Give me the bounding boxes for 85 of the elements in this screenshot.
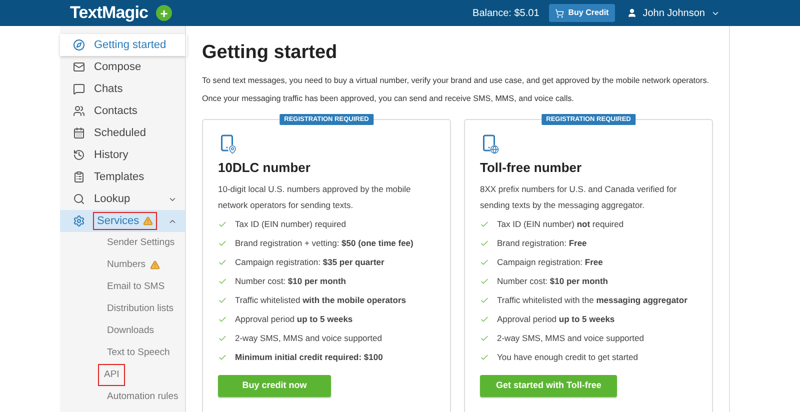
balance-label: Balance: $5.01	[472, 6, 540, 20]
submenu-item[interactable]: Sender Settings	[107, 236, 175, 250]
sidebar-label: Compose	[94, 60, 142, 75]
contacts-icon	[73, 105, 85, 117]
check-icon	[218, 239, 227, 248]
add-button[interactable]: +	[156, 5, 172, 21]
user-icon	[626, 8, 637, 18]
feature-text: Campaign registration: Free	[497, 256, 603, 269]
user-menu[interactable]: John Johnson	[626, 6, 720, 20]
feature-text: Brand registration + vetting: $50 (one time fee)	[235, 237, 414, 250]
sidebar-label: Contacts	[94, 104, 138, 119]
sidebar-item[interactable]: Scheduled	[60, 122, 185, 144]
check-icon	[218, 315, 227, 324]
check-icon	[218, 296, 227, 305]
check-icon	[480, 353, 489, 362]
sidebar-label: Getting started	[94, 38, 166, 53]
sidebar-label: History	[94, 148, 128, 163]
mail-icon	[73, 61, 85, 73]
card-button[interactable]: Buy credit now	[218, 375, 331, 397]
feature-text: You have enough credit to get started	[497, 351, 638, 364]
sidebar-item[interactable]: History	[60, 144, 185, 166]
phone-pin-icon	[218, 134, 236, 154]
check-icon	[480, 296, 489, 305]
calendar-icon	[73, 127, 85, 139]
feature-text: Tax ID (EIN number) required	[235, 218, 346, 231]
submenu-item[interactable]: Numbers	[107, 258, 160, 272]
history-icon	[73, 149, 85, 161]
card-button[interactable]: Get started with Toll-free	[480, 375, 618, 397]
feature-text: Number cost: $10 per month	[497, 275, 608, 288]
sidebar-label: Lookup	[94, 192, 130, 207]
search-icon	[73, 193, 85, 205]
feature-text: Approval period up to 5 weeks	[235, 313, 353, 326]
intro-text: To send text messages, you need to buy a virtual number, verify your brand and use case, and get approved by the mobile network operators.	[202, 75, 710, 87]
check-icon	[480, 220, 489, 229]
check-icon	[480, 315, 489, 324]
feature-text: Approval period up to 5 weeks	[497, 313, 615, 326]
submenu-item[interactable]: Text to Speech	[107, 346, 170, 360]
sidebar-item[interactable]: Contacts	[60, 100, 185, 122]
feature-text: 2-way SMS, MMS and voice supported	[497, 332, 644, 345]
feature-text: Tax ID (EIN number) not required	[497, 218, 624, 231]
buy-credit-button[interactable]: Buy Credit	[549, 4, 615, 22]
card-title: Toll-free number	[480, 160, 583, 176]
check-icon	[218, 277, 227, 286]
card-title: 10DLC number	[218, 160, 312, 176]
submenu-item[interactable]: Downloads	[107, 324, 154, 338]
submenu-item[interactable]: Distribution lists	[107, 302, 174, 316]
check-icon	[218, 334, 227, 343]
sidebar-item[interactable]: Services	[60, 210, 185, 232]
check-icon	[218, 353, 227, 362]
sidebar-label: Services	[94, 212, 156, 230]
check-icon	[480, 334, 489, 343]
sidebar-item[interactable]: Getting started	[60, 34, 187, 56]
clipboard-icon	[73, 171, 85, 183]
page-title: Getting started	[202, 41, 338, 65]
intro-text: Once your messaging traffic has been approved, you can send and receive SMS, MMS, and voice calls.	[202, 93, 575, 105]
submenu-item[interactable]: Automation rules	[107, 390, 178, 404]
feature-text: 2-way SMS, MMS and voice supported	[235, 332, 382, 345]
sidebar-item[interactable]: Chats	[60, 78, 185, 100]
feature-text: Number cost: $10 per month	[235, 275, 346, 288]
feature-text: Campaign registration: $35 per quarter	[235, 256, 384, 269]
cart-icon	[555, 8, 564, 18]
card-description: 8XX prefix numbers for U.S. and Canada verified for sending texts by the messaging aggregator.	[480, 183, 678, 212]
check-icon	[480, 258, 489, 267]
check-icon	[480, 277, 489, 286]
submenu-item[interactable]: API	[99, 364, 124, 386]
check-icon	[480, 239, 489, 248]
sidebar-label: Templates	[94, 170, 144, 185]
sidebar-item[interactable]: Lookup	[60, 188, 185, 210]
feature-text: Traffic whitelisted with the messaging aggregator	[497, 294, 688, 307]
sidebar-label: Chats	[94, 82, 123, 97]
phone-globe-icon	[480, 134, 498, 154]
sidebar-label: Scheduled	[94, 126, 146, 141]
sidebar-item[interactable]: Compose	[60, 56, 185, 78]
submenu-item[interactable]: Email to SMS	[107, 280, 165, 294]
settings-icon	[73, 215, 85, 227]
check-icon	[218, 258, 227, 267]
feature-text: Brand registration: Free	[497, 237, 587, 250]
logo[interactable]: TextMagic	[70, 0, 148, 26]
sidebar-item[interactable]: Templates	[60, 166, 185, 188]
chat-icon	[73, 83, 85, 95]
feature-text: Minimum initial credit required: $100	[235, 351, 383, 364]
feature-text: Traffic whitelisted with the mobile operators	[235, 294, 406, 307]
check-icon	[218, 220, 227, 229]
compass-icon	[73, 39, 85, 51]
card-description: 10-digit local U.S. numbers approved by the mobile network operators for sending texts.	[218, 183, 412, 212]
